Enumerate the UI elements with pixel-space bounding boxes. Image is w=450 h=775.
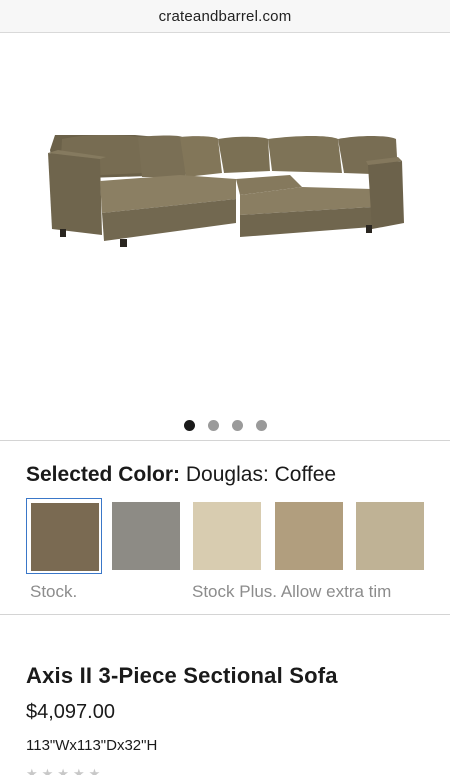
divider (0, 614, 450, 615)
product-title: Axis II 3-Piece Sectional Sofa (26, 663, 338, 688)
swatch-chip (31, 503, 99, 571)
rating-stars: ★★★★★ (26, 766, 105, 775)
gallery-dot-4[interactable] (255, 420, 267, 431)
address-bar[interactable]: crateandbarrel.com (0, 0, 450, 33)
color-swatch-tan[interactable] (271, 498, 347, 574)
stock-plus-label: Stock Plus. Allow extra tim (192, 582, 392, 601)
color-swatch-cream[interactable] (189, 498, 265, 574)
swatch-chip (193, 502, 261, 570)
swatch-chip (275, 502, 343, 570)
gallery-dot-1[interactable] (183, 420, 195, 431)
sofa-image (48, 135, 404, 247)
color-swatch-gray[interactable] (108, 498, 184, 574)
gallery-pagination (0, 420, 450, 432)
swatch-chip (112, 502, 180, 570)
url-text[interactable]: crateandbarrel.com (159, 8, 292, 25)
gallery-dot-3[interactable] (231, 420, 243, 431)
gallery-dot-2[interactable] (207, 420, 219, 431)
stock-label: Stock. (30, 582, 78, 601)
color-swatch-list (26, 498, 450, 576)
selected-color-label: Selected Color: (26, 463, 181, 486)
swatch-chip (356, 502, 424, 570)
selected-color-heading: Selected Color: Douglas: Coffee (26, 463, 336, 487)
divider (0, 440, 450, 441)
product-price: $4,097.00 (26, 701, 115, 723)
color-swatch-coffee[interactable] (26, 498, 102, 574)
color-swatch-sand[interactable] (352, 498, 428, 574)
product-dimensions: 113"Wx113"Dx32"H (26, 737, 158, 754)
selected-color-value: Douglas: Coffee (185, 463, 337, 486)
product-image-gallery[interactable] (0, 33, 450, 441)
